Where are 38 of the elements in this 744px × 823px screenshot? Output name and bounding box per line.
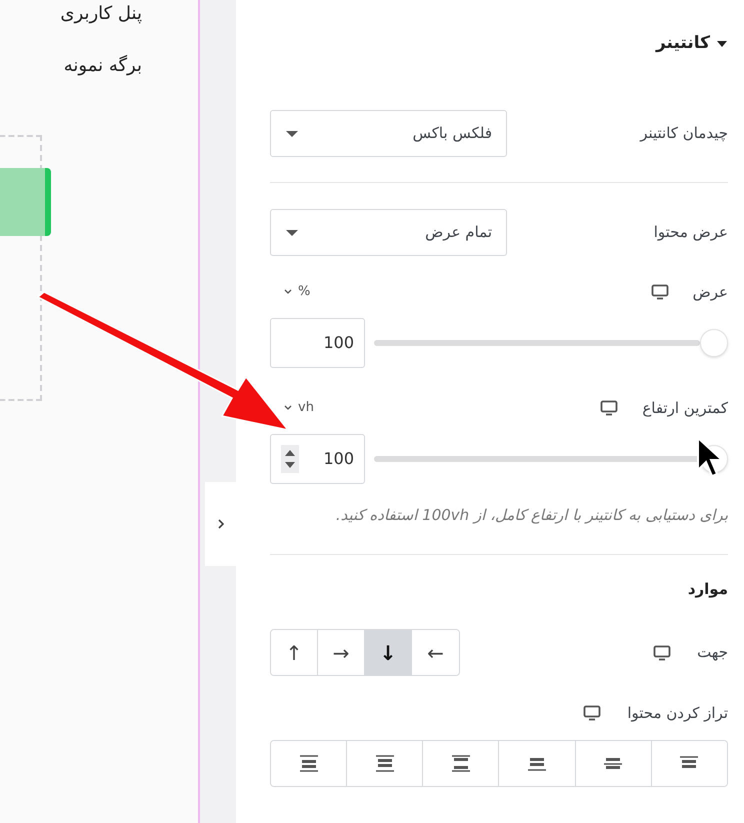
chevron-icon xyxy=(284,405,292,411)
field-label: عرض xyxy=(692,282,728,303)
unit-select[interactable]: % xyxy=(284,282,310,302)
align-icon xyxy=(603,755,624,772)
menu-link[interactable]: برگه نمونه xyxy=(64,52,142,80)
select-field[interactable]: تمام عرض xyxy=(270,209,507,256)
align-button[interactable] xyxy=(271,741,348,786)
field-label: جهت xyxy=(697,642,728,664)
direction-button[interactable]: ↑ xyxy=(271,630,318,675)
align-icon xyxy=(450,755,471,772)
section-handle[interactable] xyxy=(0,168,51,236)
monitor-icon[interactable] xyxy=(650,284,669,300)
number-field[interactable]: 100 xyxy=(270,318,365,368)
chevron-icon xyxy=(284,289,292,295)
monitor-icon[interactable] xyxy=(653,644,672,660)
number-field[interactable]: 100 xyxy=(270,434,365,484)
menu-link[interactable]: پنل کاربری xyxy=(60,0,142,28)
monitor-icon[interactable] xyxy=(600,400,618,416)
section-toggle[interactable]: کانتینر xyxy=(270,30,728,58)
collapse-toggle[interactable] xyxy=(205,482,236,566)
slider-thumb[interactable] xyxy=(700,329,728,357)
select-field[interactable]: فلکس باکس xyxy=(270,110,507,157)
section-heading: موارد xyxy=(688,580,728,598)
field-label: کمترین ارتفاع xyxy=(642,398,728,419)
caret-icon xyxy=(285,130,299,138)
hint-text: برای دستیابی به کانتینر با ارتفاع کامل، از 100vh استفاده کنید. xyxy=(334,505,728,526)
spinner-icon[interactable] xyxy=(281,445,299,473)
caret-icon xyxy=(285,228,299,236)
field-label: عرض محتوا xyxy=(654,222,728,244)
direction-button[interactable]: ↓ xyxy=(365,630,412,675)
chevron-icon xyxy=(216,518,226,530)
align-icon xyxy=(374,755,395,772)
align-icon xyxy=(298,755,319,772)
monitor-icon[interactable] xyxy=(583,705,602,721)
unit-select[interactable]: vh xyxy=(284,398,314,418)
field-label: تراز کردن محتوا xyxy=(627,702,728,724)
align-icon xyxy=(527,755,548,772)
field-label: چیدمان کانتینر xyxy=(640,123,728,144)
